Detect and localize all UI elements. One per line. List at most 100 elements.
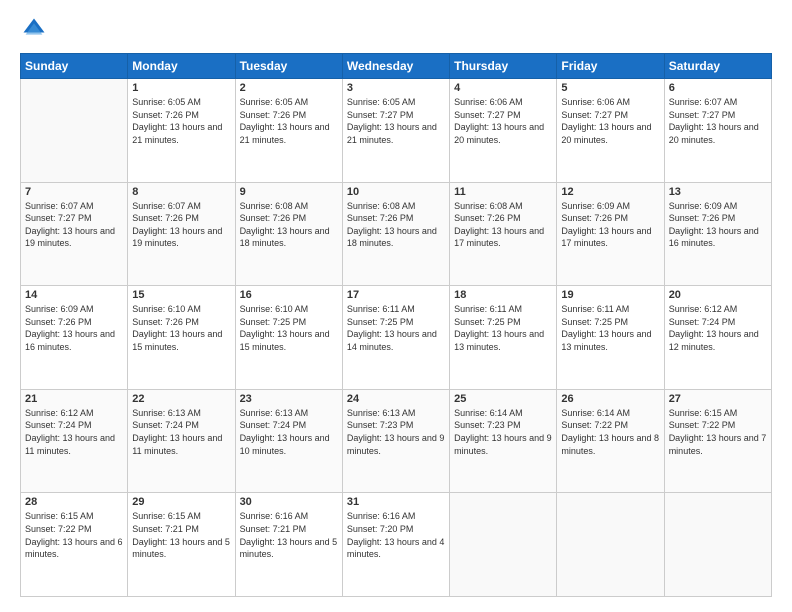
header <box>20 15 772 43</box>
day-number: 19 <box>561 289 659 301</box>
day-info: Sunrise: 6:12 AM Sunset: 7:24 PM Dayligh… <box>25 407 123 457</box>
day-info: Sunrise: 6:05 AM Sunset: 7:27 PM Dayligh… <box>347 96 445 146</box>
calendar-header-row: SundayMondayTuesdayWednesdayThursdayFrid… <box>21 54 772 79</box>
calendar-cell: 9 Sunrise: 6:08 AM Sunset: 7:26 PM Dayli… <box>235 182 342 286</box>
day-info: Sunrise: 6:10 AM Sunset: 7:26 PM Dayligh… <box>132 303 230 353</box>
weekday-header-monday: Monday <box>128 54 235 79</box>
calendar-cell: 8 Sunrise: 6:07 AM Sunset: 7:26 PM Dayli… <box>128 182 235 286</box>
day-info: Sunrise: 6:09 AM Sunset: 7:26 PM Dayligh… <box>669 200 767 250</box>
day-number: 31 <box>347 496 445 508</box>
calendar-cell: 13 Sunrise: 6:09 AM Sunset: 7:26 PM Dayl… <box>664 182 771 286</box>
day-info: Sunrise: 6:16 AM Sunset: 7:20 PM Dayligh… <box>347 510 445 560</box>
day-info: Sunrise: 6:09 AM Sunset: 7:26 PM Dayligh… <box>561 200 659 250</box>
weekday-header-wednesday: Wednesday <box>342 54 449 79</box>
calendar-cell: 16 Sunrise: 6:10 AM Sunset: 7:25 PM Dayl… <box>235 286 342 390</box>
calendar-cell: 15 Sunrise: 6:10 AM Sunset: 7:26 PM Dayl… <box>128 286 235 390</box>
calendar-cell: 10 Sunrise: 6:08 AM Sunset: 7:26 PM Dayl… <box>342 182 449 286</box>
day-number: 28 <box>25 496 123 508</box>
calendar-cell: 11 Sunrise: 6:08 AM Sunset: 7:26 PM Dayl… <box>450 182 557 286</box>
day-info: Sunrise: 6:06 AM Sunset: 7:27 PM Dayligh… <box>561 96 659 146</box>
calendar-cell: 26 Sunrise: 6:14 AM Sunset: 7:22 PM Dayl… <box>557 389 664 493</box>
weekday-header-friday: Friday <box>557 54 664 79</box>
weekday-header-tuesday: Tuesday <box>235 54 342 79</box>
calendar-cell: 30 Sunrise: 6:16 AM Sunset: 7:21 PM Dayl… <box>235 493 342 597</box>
calendar-cell: 23 Sunrise: 6:13 AM Sunset: 7:24 PM Dayl… <box>235 389 342 493</box>
day-number: 30 <box>240 496 338 508</box>
day-info: Sunrise: 6:11 AM Sunset: 7:25 PM Dayligh… <box>561 303 659 353</box>
day-number: 12 <box>561 186 659 198</box>
day-info: Sunrise: 6:07 AM Sunset: 7:27 PM Dayligh… <box>669 96 767 146</box>
day-number: 11 <box>454 186 552 198</box>
weekday-header-saturday: Saturday <box>664 54 771 79</box>
day-number: 16 <box>240 289 338 301</box>
day-info: Sunrise: 6:05 AM Sunset: 7:26 PM Dayligh… <box>132 96 230 146</box>
calendar-cell <box>450 493 557 597</box>
day-info: Sunrise: 6:13 AM Sunset: 7:24 PM Dayligh… <box>240 407 338 457</box>
day-info: Sunrise: 6:08 AM Sunset: 7:26 PM Dayligh… <box>347 200 445 250</box>
calendar-cell: 6 Sunrise: 6:07 AM Sunset: 7:27 PM Dayli… <box>664 79 771 183</box>
day-number: 15 <box>132 289 230 301</box>
day-info: Sunrise: 6:14 AM Sunset: 7:23 PM Dayligh… <box>454 407 552 457</box>
day-info: Sunrise: 6:15 AM Sunset: 7:22 PM Dayligh… <box>669 407 767 457</box>
calendar-cell: 25 Sunrise: 6:14 AM Sunset: 7:23 PM Dayl… <box>450 389 557 493</box>
day-info: Sunrise: 6:15 AM Sunset: 7:21 PM Dayligh… <box>132 510 230 560</box>
logo <box>20 15 52 43</box>
calendar-cell: 4 Sunrise: 6:06 AM Sunset: 7:27 PM Dayli… <box>450 79 557 183</box>
calendar-cell: 3 Sunrise: 6:05 AM Sunset: 7:27 PM Dayli… <box>342 79 449 183</box>
logo-icon <box>20 15 48 43</box>
day-info: Sunrise: 6:12 AM Sunset: 7:24 PM Dayligh… <box>669 303 767 353</box>
calendar-cell <box>664 493 771 597</box>
day-number: 22 <box>132 393 230 405</box>
day-number: 13 <box>669 186 767 198</box>
calendar-cell: 24 Sunrise: 6:13 AM Sunset: 7:23 PM Dayl… <box>342 389 449 493</box>
day-number: 8 <box>132 186 230 198</box>
day-number: 6 <box>669 82 767 94</box>
calendar-cell: 2 Sunrise: 6:05 AM Sunset: 7:26 PM Dayli… <box>235 79 342 183</box>
day-info: Sunrise: 6:07 AM Sunset: 7:26 PM Dayligh… <box>132 200 230 250</box>
calendar-cell: 20 Sunrise: 6:12 AM Sunset: 7:24 PM Dayl… <box>664 286 771 390</box>
calendar-cell: 17 Sunrise: 6:11 AM Sunset: 7:25 PM Dayl… <box>342 286 449 390</box>
calendar-week-5: 28 Sunrise: 6:15 AM Sunset: 7:22 PM Dayl… <box>21 493 772 597</box>
day-number: 29 <box>132 496 230 508</box>
calendar-cell: 7 Sunrise: 6:07 AM Sunset: 7:27 PM Dayli… <box>21 182 128 286</box>
day-number: 18 <box>454 289 552 301</box>
calendar-cell: 18 Sunrise: 6:11 AM Sunset: 7:25 PM Dayl… <box>450 286 557 390</box>
page: SundayMondayTuesdayWednesdayThursdayFrid… <box>0 0 792 612</box>
day-number: 14 <box>25 289 123 301</box>
day-number: 4 <box>454 82 552 94</box>
day-number: 1 <box>132 82 230 94</box>
day-number: 3 <box>347 82 445 94</box>
calendar-cell: 19 Sunrise: 6:11 AM Sunset: 7:25 PM Dayl… <box>557 286 664 390</box>
day-info: Sunrise: 6:07 AM Sunset: 7:27 PM Dayligh… <box>25 200 123 250</box>
day-info: Sunrise: 6:14 AM Sunset: 7:22 PM Dayligh… <box>561 407 659 457</box>
day-number: 27 <box>669 393 767 405</box>
calendar-table: SundayMondayTuesdayWednesdayThursdayFrid… <box>20 53 772 597</box>
day-number: 5 <box>561 82 659 94</box>
day-number: 2 <box>240 82 338 94</box>
day-info: Sunrise: 6:16 AM Sunset: 7:21 PM Dayligh… <box>240 510 338 560</box>
calendar-body: 1 Sunrise: 6:05 AM Sunset: 7:26 PM Dayli… <box>21 79 772 597</box>
calendar-cell: 12 Sunrise: 6:09 AM Sunset: 7:26 PM Dayl… <box>557 182 664 286</box>
day-number: 10 <box>347 186 445 198</box>
day-info: Sunrise: 6:10 AM Sunset: 7:25 PM Dayligh… <box>240 303 338 353</box>
day-info: Sunrise: 6:13 AM Sunset: 7:24 PM Dayligh… <box>132 407 230 457</box>
day-info: Sunrise: 6:05 AM Sunset: 7:26 PM Dayligh… <box>240 96 338 146</box>
day-number: 9 <box>240 186 338 198</box>
calendar-cell: 1 Sunrise: 6:05 AM Sunset: 7:26 PM Dayli… <box>128 79 235 183</box>
calendar-cell: 31 Sunrise: 6:16 AM Sunset: 7:20 PM Dayl… <box>342 493 449 597</box>
day-number: 21 <box>25 393 123 405</box>
calendar-cell: 27 Sunrise: 6:15 AM Sunset: 7:22 PM Dayl… <box>664 389 771 493</box>
calendar-cell: 5 Sunrise: 6:06 AM Sunset: 7:27 PM Dayli… <box>557 79 664 183</box>
calendar-cell: 29 Sunrise: 6:15 AM Sunset: 7:21 PM Dayl… <box>128 493 235 597</box>
day-info: Sunrise: 6:08 AM Sunset: 7:26 PM Dayligh… <box>240 200 338 250</box>
day-info: Sunrise: 6:09 AM Sunset: 7:26 PM Dayligh… <box>25 303 123 353</box>
day-info: Sunrise: 6:11 AM Sunset: 7:25 PM Dayligh… <box>347 303 445 353</box>
calendar-cell: 14 Sunrise: 6:09 AM Sunset: 7:26 PM Dayl… <box>21 286 128 390</box>
day-number: 17 <box>347 289 445 301</box>
day-number: 25 <box>454 393 552 405</box>
day-info: Sunrise: 6:06 AM Sunset: 7:27 PM Dayligh… <box>454 96 552 146</box>
day-info: Sunrise: 6:13 AM Sunset: 7:23 PM Dayligh… <box>347 407 445 457</box>
weekday-header-thursday: Thursday <box>450 54 557 79</box>
day-info: Sunrise: 6:11 AM Sunset: 7:25 PM Dayligh… <box>454 303 552 353</box>
day-number: 23 <box>240 393 338 405</box>
